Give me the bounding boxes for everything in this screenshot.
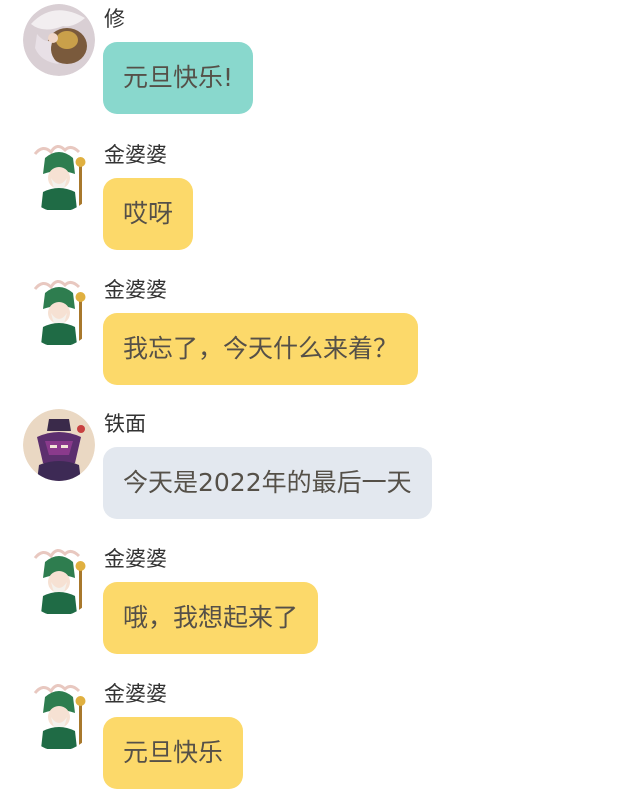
message-bubble[interactable]: 我忘了，今天什么来着？ [103,313,419,385]
chat-message: 金婆婆 元旦快乐 [0,679,640,809]
granny-jin-portrait-icon [23,275,95,347]
granny-jin-portrait-icon [23,679,95,751]
sender-name: 金婆婆 [104,278,167,302]
message-bubble[interactable]: 哎呀 [103,178,194,250]
tiemian-avatar[interactable] [23,409,95,481]
sender-name: 修 [104,7,125,31]
granny-jin-avatar[interactable] [23,275,95,347]
granny-jin-portrait-icon [23,140,95,212]
message-bubble[interactable]: 元旦快乐 [103,717,244,789]
chat-message: 铁面 今天是2022年的最后一天 [0,409,640,539]
xiu-avatar[interactable] [23,4,95,76]
granny-jin-avatar[interactable] [23,140,95,212]
chat-message: 金婆婆 哦，我想起来了 [0,544,640,674]
granny-jin-avatar[interactable] [23,679,95,751]
sender-name: 铁面 [104,412,146,436]
xiu-portrait-icon [23,4,95,76]
chat-message: 金婆婆 哎呀 [0,140,640,270]
message-bubble[interactable]: 元旦快乐! [103,42,254,114]
tiemian-portrait-icon [23,409,95,481]
sender-name: 金婆婆 [104,682,167,706]
chat-message: 修 元旦快乐! [0,4,640,134]
message-bubble[interactable]: 今天是2022年的最后一天 [103,447,432,519]
sender-name: 金婆婆 [104,547,167,571]
granny-jin-avatar[interactable] [23,544,95,616]
message-bubble[interactable]: 哦，我想起来了 [103,582,319,654]
chat-message: 金婆婆 我忘了，今天什么来着？ [0,275,640,405]
sender-name: 金婆婆 [104,143,167,167]
granny-jin-portrait-icon [23,544,95,616]
